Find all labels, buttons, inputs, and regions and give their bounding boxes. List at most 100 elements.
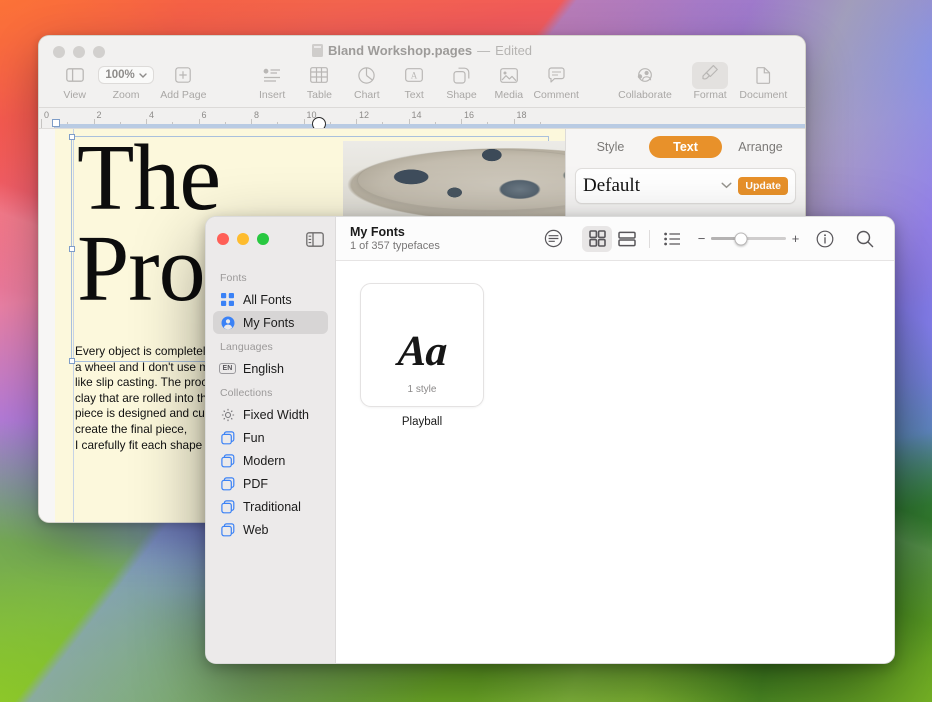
zoom-button[interactable] — [257, 233, 269, 245]
ruler-tick-label: 2 — [96, 110, 102, 120]
toolbar-view-button[interactable]: View — [51, 62, 98, 101]
toolbar-text-button[interactable]: A Text — [391, 62, 438, 101]
toolbar-table-button[interactable]: Table — [296, 62, 343, 101]
sidebar-item-label: Fixed Width — [243, 407, 309, 422]
selection-handle-middle-left[interactable] — [69, 246, 75, 252]
slider-track[interactable] — [711, 232, 786, 245]
tab-text[interactable]: Text — [649, 135, 722, 158]
sidebar-item-fun[interactable]: Fun — [213, 426, 328, 449]
sidebar-item-web[interactable]: Web — [213, 518, 328, 541]
list-view-icon[interactable] — [657, 226, 687, 252]
font-preview-card[interactable]: Aa 1 style — [360, 283, 484, 407]
tab-stop-marker[interactable] — [312, 117, 326, 128]
filter-lines-icon[interactable] — [538, 226, 568, 252]
sidebar-item-modern[interactable]: Modern — [213, 449, 328, 472]
font-family-name: Playball — [401, 416, 443, 428]
pages-titlebar[interactable]: Bland Workshop.pages — Edited View 100% … — [39, 36, 805, 108]
toolbar-collaborate-button[interactable]: Collaborate — [615, 62, 674, 101]
gear-icon — [220, 407, 235, 422]
font-book-toolbar-controls[interactable]: − + — [538, 225, 880, 252]
toolbar-comment-button[interactable]: Comment — [533, 62, 580, 101]
chevron-down-icon — [139, 72, 147, 78]
font-book-toolbar[interactable]: My Fonts 1 of 357 typefaces − + — [336, 217, 894, 261]
slider-knob[interactable] — [734, 232, 748, 245]
ceramic-plate-photo[interactable] — [343, 141, 565, 219]
toolbar-document-button[interactable]: Document — [734, 62, 793, 101]
info-circle-icon[interactable] — [810, 226, 840, 252]
document-heading[interactable]: The Pro — [77, 131, 221, 316]
toolbar-add-page-button[interactable]: Add Page — [154, 62, 213, 101]
toolbar-format-label: Format — [693, 89, 727, 101]
minimize-button[interactable] — [237, 233, 249, 245]
person-circle-icon — [220, 315, 235, 330]
plate-rim — [357, 149, 565, 211]
sidebar-item-english[interactable]: EN English — [213, 357, 328, 380]
sidebar-item-traditional[interactable]: Traditional — [213, 495, 328, 518]
sidebar-item-all-fonts[interactable]: All Fonts — [213, 288, 328, 311]
sidebar-item-label: PDF — [243, 476, 268, 491]
zoom-in-label[interactable]: + — [791, 231, 800, 246]
ruler-tick-label: 16 — [464, 110, 475, 120]
grid-icon — [220, 292, 235, 307]
tab-arrange[interactable]: Arrange — [724, 136, 797, 158]
collection-icon — [220, 453, 235, 468]
shape-icon — [453, 64, 470, 86]
preview-size-slider[interactable]: − + — [697, 231, 800, 246]
toolbar-text-label: Text — [404, 89, 424, 101]
split-view-icon[interactable] — [612, 226, 642, 252]
search-icon[interactable] — [850, 226, 880, 252]
font-book-sidebar[interactable]: Fonts All Fonts My Fonts Languages EN En… — [206, 217, 336, 663]
insert-icon — [263, 64, 281, 86]
collaborate-icon — [635, 64, 655, 86]
zoom-value: 100% — [105, 69, 135, 81]
toolbar-zoom-control[interactable]: 100% Zoom — [98, 62, 154, 101]
sidebar-item-my-fonts[interactable]: My Fonts — [213, 311, 328, 334]
sidebar-item-fixed-width[interactable]: Fixed Width — [213, 403, 328, 426]
selection-handle-top-left[interactable] — [69, 134, 75, 140]
sidebar-toggle-icon[interactable] — [306, 231, 324, 247]
close-button[interactable] — [217, 233, 229, 245]
ruler-tick-label: 12 — [359, 110, 370, 120]
toolbar-format-button[interactable]: Format — [686, 61, 733, 101]
ruler-text-range-bar[interactable] — [55, 124, 805, 128]
format-brush-icon — [692, 61, 729, 89]
format-tab-group[interactable]: Style Text Arrange — [573, 132, 798, 161]
pages-toolbar[interactable]: View 100% Zoom Add Page Insert Table Cha… — [39, 61, 805, 108]
sidebar-item-label: Modern — [243, 453, 286, 468]
table-icon — [310, 64, 329, 86]
font-book-window[interactable]: Fonts All Fonts My Fonts Languages EN En… — [205, 216, 895, 664]
tab-style[interactable]: Style — [574, 136, 647, 158]
left-indent-marker[interactable] — [52, 119, 60, 127]
toolbar-media-button[interactable]: Media — [485, 62, 532, 101]
document-icon — [756, 64, 771, 86]
zoom-out-label[interactable]: − — [697, 231, 706, 246]
toolbar-shape-button[interactable]: Shape — [438, 62, 485, 101]
pages-ruler[interactable]: 0 2 4 6 8 10 12 14 16 18 — [39, 108, 805, 129]
toolbar-comment-label: Comment — [533, 89, 579, 101]
media-image-icon — [499, 64, 518, 86]
toolbar-view-label: View — [63, 89, 86, 101]
paragraph-style-row[interactable]: Default Update — [575, 168, 796, 204]
ruler-tick-label: 6 — [201, 110, 207, 120]
sidebar-item-label: All Fonts — [243, 292, 292, 307]
collection-icon — [220, 430, 235, 445]
toolbar-insert-button[interactable]: Insert — [248, 62, 295, 101]
update-style-button[interactable]: Update — [738, 177, 788, 195]
toolbar-document-label: Document — [739, 89, 788, 101]
font-grid[interactable]: Aa 1 style Playball — [336, 261, 894, 663]
toolbar-chart-button[interactable]: Chart — [343, 62, 390, 101]
sidebar-item-pdf[interactable]: PDF — [213, 472, 328, 495]
svg-text:A: A — [411, 71, 418, 81]
font-book-traffic-lights[interactable] — [217, 233, 269, 245]
font-book-titlebar[interactable] — [206, 217, 335, 261]
font-tile[interactable]: Aa 1 style Playball — [360, 283, 484, 428]
sidebar-scroll-area[interactable]: Fonts All Fonts My Fonts Languages EN En… — [206, 261, 335, 663]
toolbar-zoom-label: Zoom — [112, 89, 140, 101]
sidebar-group-title-languages: Languages — [220, 341, 273, 353]
chevron-down-icon[interactable] — [721, 180, 732, 192]
grid-view-icon[interactable] — [582, 225, 612, 252]
ruler-major-tick — [41, 119, 42, 128]
sidebar-item-label: Fun — [243, 430, 265, 445]
toolbar-shape-label: Shape — [446, 89, 477, 101]
sidebar-group-title-collections: Collections — [220, 387, 273, 399]
